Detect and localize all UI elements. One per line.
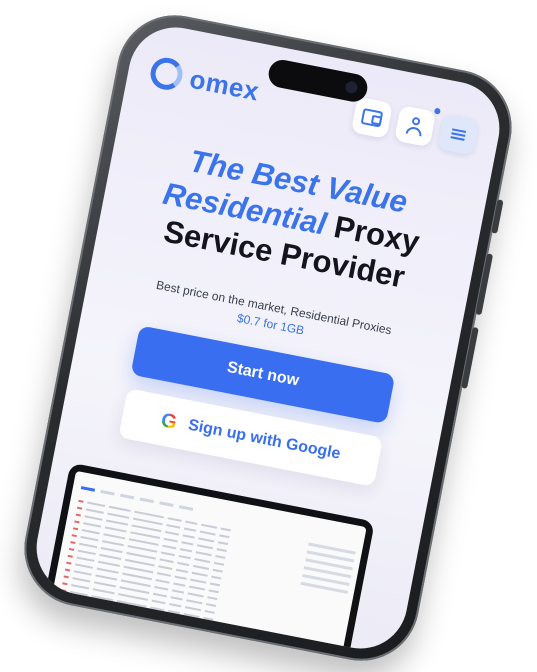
menu-button[interactable]: [437, 113, 480, 156]
logo[interactable]: omex: [147, 55, 262, 107]
phone-screen: omex The Best Value Residential Proxy Se…: [28, 19, 508, 657]
google-icon: G: [159, 408, 179, 434]
wallet-button[interactable]: [350, 96, 394, 139]
user-icon: [405, 116, 425, 137]
google-signup-label: Sign up with Google: [186, 416, 342, 463]
account-button[interactable]: [394, 105, 437, 148]
logo-text: omex: [187, 63, 262, 106]
menu-icon: [450, 128, 467, 141]
wallet-icon: [360, 108, 384, 128]
omex-logo-icon: [147, 55, 186, 93]
phone-mockup: omex The Best Value Residential Proxy Se…: [14, 5, 522, 671]
